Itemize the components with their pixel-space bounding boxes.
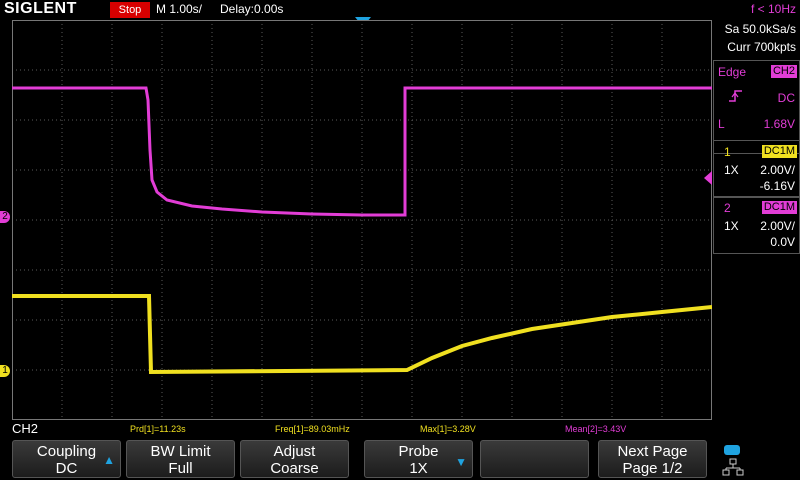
trigger-frequency-readout: f < 10Hz	[750, 2, 796, 16]
channel-2-scale: 2.00V/	[760, 219, 795, 233]
blank-softkey[interactable]	[480, 440, 589, 478]
info-panel: Sa 50.0kSa/s Curr 700kpts Edge CH2 DC L …	[713, 20, 800, 440]
up-arrow-icon: ▲	[103, 453, 115, 467]
adjust-softkey-title: Adjust	[273, 443, 316, 460]
adjust-softkey[interactable]: Adjust Coarse	[240, 440, 349, 478]
delay-readout[interactable]: Delay:0.00s	[220, 2, 283, 16]
bw-limit-softkey-value: Full	[168, 460, 193, 477]
channel-1-coupling-badge: DC1M	[761, 145, 797, 158]
measurement-mean: Mean[2]=3.43V	[565, 424, 627, 434]
next-page-softkey-value: Page 1/2	[622, 460, 683, 477]
next-page-softkey-title: Next Page	[617, 443, 688, 460]
ch1-ground-marker-label: 1	[2, 365, 8, 376]
brand-logo: SIGLENT	[4, 0, 77, 17]
channel-1-box[interactable]: 1 DC1M 1X 2.00V/ -6.16V	[713, 140, 800, 198]
channel-1-scale: 2.00V/	[760, 163, 795, 177]
measurement-bar: CH2 Prd[1]=11.23s Freq[1]=89.03mHz Max[1…	[0, 420, 800, 436]
measurement-frequency: Freq[1]=89.03mHz	[275, 424, 350, 434]
bw-limit-softkey-title: BW Limit	[150, 443, 211, 460]
memory-depth: Curr 700kpts	[727, 40, 796, 54]
usb-icon	[724, 445, 740, 455]
sample-rate: Sa 50.0kSa/s	[724, 22, 796, 36]
channel-2-box[interactable]: 2 DC1M 1X 2.00V/ 0.0V	[713, 196, 800, 254]
channel-2-offset: 0.0V	[770, 235, 795, 249]
trigger-level: 1.68V	[763, 117, 795, 131]
trigger-source-badge: CH2	[770, 65, 797, 78]
ch2-ground-marker-label: 2	[2, 211, 8, 222]
adjust-softkey-value: Coarse	[270, 460, 319, 477]
run-stop-indicator[interactable]: Stop	[110, 2, 150, 18]
ch2-ground-marker[interactable]: 2	[0, 211, 10, 223]
trigger-level-marker-icon[interactable]	[704, 171, 712, 185]
down-arrow-icon: ▼	[455, 455, 467, 469]
network-icon	[722, 458, 744, 476]
measurement-max: Max[1]=3.28V	[420, 424, 476, 434]
coupling-softkey[interactable]: Coupling DC ▲	[12, 440, 121, 478]
trigger-coupling: DC	[777, 91, 795, 105]
measurement-period: Prd[1]=11.23s	[130, 424, 186, 434]
next-page-softkey[interactable]: Next Page Page 1/2	[598, 440, 707, 478]
active-channel-label: CH2	[12, 421, 39, 436]
waveform-display[interactable]	[12, 20, 712, 420]
channel-1-offset: -6.16V	[759, 179, 795, 193]
channel-2-coupling-badge: DC1M	[761, 201, 797, 214]
ch1-ground-marker[interactable]: 1	[0, 365, 10, 377]
timebase-readout[interactable]: M 1.00s/	[156, 2, 202, 16]
bw-limit-softkey[interactable]: BW Limit Full	[126, 440, 235, 478]
probe-softkey[interactable]: Probe 1X ▼	[364, 440, 473, 478]
